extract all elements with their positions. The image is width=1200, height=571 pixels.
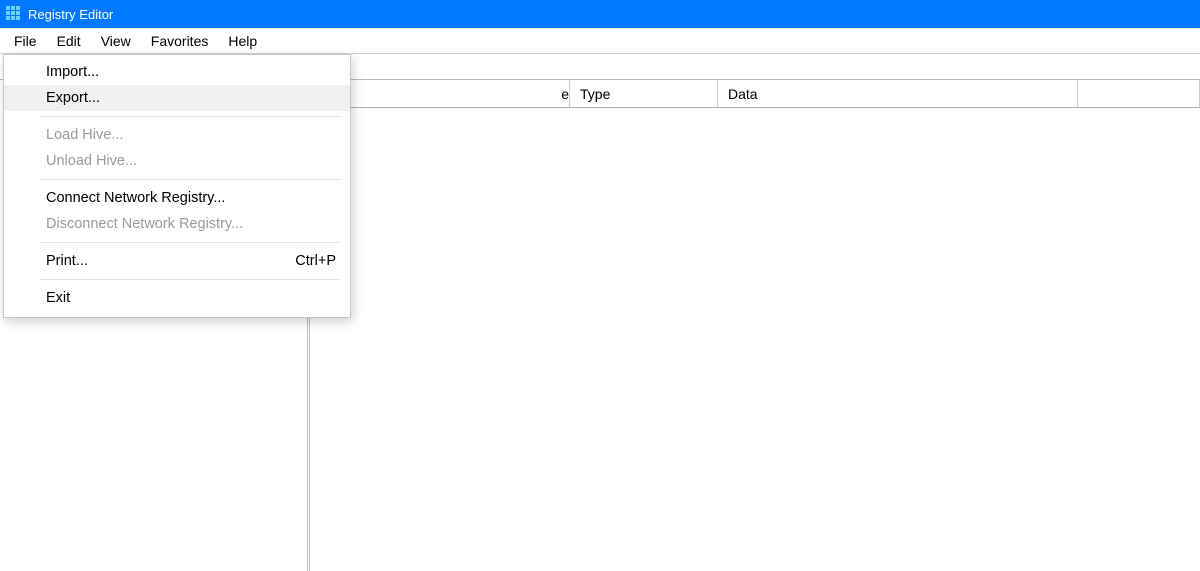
menu-separator xyxy=(40,279,340,280)
menu-view[interactable]: View xyxy=(91,30,141,52)
menu-separator xyxy=(40,116,340,117)
file-menu-dropdown: Import... Export... Load Hive... Unload … xyxy=(3,54,351,318)
file-menu-print-label: Print... xyxy=(46,253,88,269)
column-spacer xyxy=(1078,80,1200,107)
file-menu-import[interactable]: Import... xyxy=(4,59,350,85)
column-name-visible-text: e xyxy=(561,86,569,102)
file-menu-exit[interactable]: Exit xyxy=(4,285,350,311)
column-data[interactable]: Data xyxy=(718,80,1078,107)
file-menu-export[interactable]: Export... xyxy=(4,85,350,111)
menu-separator xyxy=(40,242,340,243)
titlebar: Registry Editor xyxy=(0,0,1200,28)
file-menu-unload-hive: Unload Hive... xyxy=(4,148,350,174)
file-menu-print-shortcut: Ctrl+P xyxy=(295,253,336,269)
file-menu-exit-label: Exit xyxy=(46,290,70,306)
menu-favorites[interactable]: Favorites xyxy=(141,30,219,52)
file-menu-disconnect-network-label: Disconnect Network Registry... xyxy=(46,216,243,232)
file-menu-connect-network[interactable]: Connect Network Registry... xyxy=(4,185,350,211)
menu-help[interactable]: Help xyxy=(218,30,267,52)
file-menu-unload-hive-label: Unload Hive... xyxy=(46,153,137,169)
file-menu-disconnect-network: Disconnect Network Registry... xyxy=(4,211,350,237)
menu-edit[interactable]: Edit xyxy=(47,30,91,52)
app-icon xyxy=(6,6,22,22)
file-menu-load-hive: Load Hive... xyxy=(4,122,350,148)
column-type[interactable]: Type xyxy=(570,80,718,107)
file-menu-print[interactable]: Print... Ctrl+P xyxy=(4,248,350,274)
menubar: File Edit View Favorites Help xyxy=(0,28,1200,54)
file-menu-import-label: Import... xyxy=(46,64,99,80)
menu-separator xyxy=(40,179,340,180)
listview-header: e Type Data xyxy=(310,80,1200,108)
file-menu-load-hive-label: Load Hive... xyxy=(46,127,123,143)
menu-file[interactable]: File xyxy=(4,30,47,52)
file-menu-connect-network-label: Connect Network Registry... xyxy=(46,190,225,206)
registry-listview[interactable]: e Type Data xyxy=(310,80,1200,571)
file-menu-export-label: Export... xyxy=(46,90,100,106)
titlebar-title: Registry Editor xyxy=(28,7,113,22)
